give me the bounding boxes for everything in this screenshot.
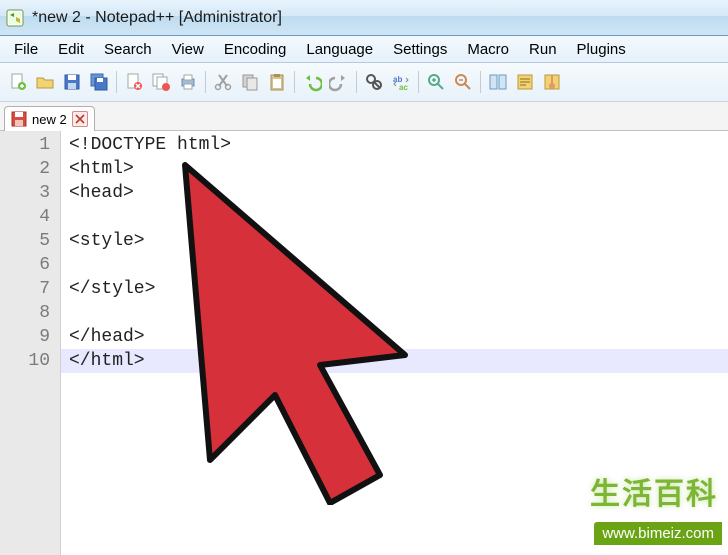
toolbar-separator	[294, 71, 295, 93]
line-number: 3	[0, 181, 60, 205]
menu-bar: File Edit Search View Encoding Language …	[0, 36, 728, 63]
menu-macro[interactable]: Macro	[457, 39, 519, 60]
title-bar: *new 2 - Notepad++ [Administrator]	[0, 0, 728, 36]
code-line[interactable]: </style>	[61, 277, 728, 301]
menu-encoding[interactable]: Encoding	[214, 39, 297, 60]
code-line[interactable]: <style>	[61, 229, 728, 253]
close-file-icon[interactable]	[122, 70, 146, 94]
toolbar-separator	[356, 71, 357, 93]
menu-search[interactable]: Search	[94, 39, 162, 60]
menu-run[interactable]: Run	[519, 39, 567, 60]
line-number: 7	[0, 277, 60, 301]
menu-edit[interactable]: Edit	[48, 39, 94, 60]
code-line[interactable]	[61, 301, 728, 325]
line-number-gutter: 12345678910	[0, 131, 61, 555]
line-number: 4	[0, 205, 60, 229]
save-all-icon[interactable]	[87, 70, 111, 94]
tab-new-2[interactable]: new 2	[4, 106, 95, 131]
new-file-icon[interactable]	[6, 70, 30, 94]
save-icon[interactable]	[60, 70, 84, 94]
find-icon[interactable]	[362, 70, 386, 94]
toolbar-separator	[116, 71, 117, 93]
tab-bar: new 2	[0, 102, 728, 131]
code-line[interactable]	[61, 205, 728, 229]
watermark-url: www.bimeiz.com	[594, 522, 722, 545]
line-number: 5	[0, 229, 60, 253]
svg-text:ac: ac	[399, 83, 408, 92]
menu-language[interactable]: Language	[296, 39, 383, 60]
menu-settings[interactable]: Settings	[383, 39, 457, 60]
print-icon[interactable]	[176, 70, 200, 94]
code-line[interactable]: </head>	[61, 325, 728, 349]
paste-icon[interactable]	[265, 70, 289, 94]
line-number: 8	[0, 301, 60, 325]
wrap-icon[interactable]	[513, 70, 537, 94]
code-line[interactable]: </html>	[61, 349, 728, 373]
window-title: *new 2 - Notepad++ [Administrator]	[32, 9, 282, 27]
sync-vscroll-icon[interactable]	[486, 70, 510, 94]
toolbar-separator	[480, 71, 481, 93]
close-tab-icon[interactable]	[72, 111, 88, 127]
tab-label: new 2	[32, 112, 67, 127]
toolbar-separator	[205, 71, 206, 93]
menu-plugins[interactable]: Plugins	[567, 39, 636, 60]
show-all-chars-icon[interactable]	[540, 70, 564, 94]
code-line[interactable]: <html>	[61, 157, 728, 181]
line-number: 6	[0, 253, 60, 277]
menu-file[interactable]: File	[4, 39, 48, 60]
code-line[interactable]: <head>	[61, 181, 728, 205]
zoom-out-icon[interactable]	[451, 70, 475, 94]
undo-icon[interactable]	[300, 70, 324, 94]
open-file-icon[interactable]	[33, 70, 57, 94]
app-icon	[6, 9, 24, 27]
toolbar: abac	[0, 63, 728, 102]
toolbar-separator	[418, 71, 419, 93]
replace-icon[interactable]: abac	[389, 70, 413, 94]
line-number: 2	[0, 157, 60, 181]
unsaved-file-icon	[11, 111, 27, 127]
redo-icon[interactable]	[327, 70, 351, 94]
menu-view[interactable]: View	[162, 39, 214, 60]
code-line[interactable]	[61, 253, 728, 277]
line-number: 9	[0, 325, 60, 349]
line-number: 10	[0, 349, 60, 373]
copy-icon[interactable]	[238, 70, 262, 94]
cut-icon[interactable]	[211, 70, 235, 94]
close-all-icon[interactable]	[149, 70, 173, 94]
code-line[interactable]: <!DOCTYPE html>	[61, 133, 728, 157]
zoom-in-icon[interactable]	[424, 70, 448, 94]
line-number: 1	[0, 133, 60, 157]
watermark-text: 生活百科	[590, 469, 718, 513]
